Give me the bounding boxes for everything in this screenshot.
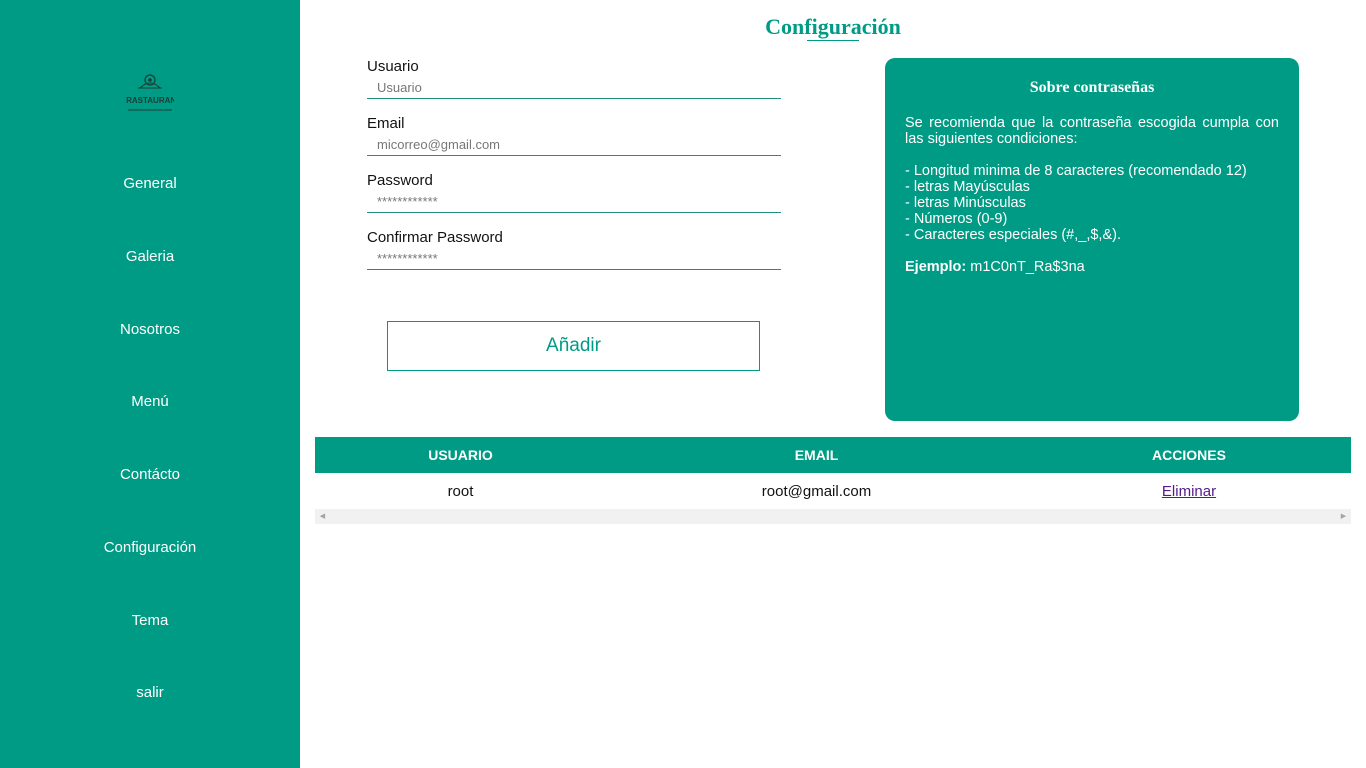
restaurant-logo-icon[interactable]: MURASTAURANTE [114, 70, 187, 114]
condition-item: - Longitud minima de 8 caracteres (recom… [905, 163, 1247, 179]
table-row: root root@gmail.com Eliminar [315, 473, 1351, 509]
header-acciones: ACCIONES [1027, 437, 1351, 473]
condition-item: - letras Minúsculas [905, 195, 1026, 211]
password-label: Password [367, 172, 433, 189]
header-email: EMAIL [606, 437, 1027, 473]
sidebar-item-configuracion[interactable]: Configuración [0, 539, 300, 556]
email-label: Email [367, 115, 405, 132]
sidebar-item-nosotros[interactable]: Nosotros [0, 321, 300, 338]
sidebar: MURASTAURANTE General Galeria Nosotros M… [0, 0, 300, 768]
triangle-left-icon[interactable]: ◀ [315, 509, 330, 524]
password-info-card: Sobre contraseñas Se recomienda que la c… [885, 58, 1299, 421]
title-underline [807, 40, 859, 41]
condition-item: - Caracteres especiales (#,_,$,&). [905, 227, 1121, 243]
users-table: USUARIO EMAIL ACCIONES root root@gmail.c… [315, 437, 1351, 509]
info-conditions: - Longitud minima de 8 caracteres (recom… [905, 163, 1279, 243]
info-intro: Se recomienda que la contraseña escogida… [905, 115, 1279, 147]
cell-acciones: Eliminar [1027, 473, 1351, 509]
confirm-password-label: Confirmar Password [367, 229, 503, 246]
email-input[interactable] [367, 134, 781, 156]
usuario-label: Usuario [367, 58, 419, 75]
delete-link[interactable]: Eliminar [1162, 483, 1216, 500]
add-button[interactable]: Añadir [387, 321, 760, 371]
page-title: Configuración [765, 14, 901, 39]
logo-text: MURASTAURANTE [126, 96, 174, 105]
password-input[interactable] [367, 191, 781, 213]
example-value: m1C0nT_Ra$3na [970, 259, 1085, 275]
main-content: Configuración Usuario Email Password Con… [300, 0, 1366, 768]
sidebar-item-tema[interactable]: Tema [0, 612, 300, 629]
cell-email: root@gmail.com [761, 482, 872, 500]
info-example: Ejemplo: m1C0nT_Ra$3na [905, 259, 1279, 275]
sidebar-item-general[interactable]: General [0, 175, 300, 192]
condition-item: - Números (0-9) [905, 211, 1008, 227]
sidebar-item-salir[interactable]: salir [0, 684, 300, 701]
table-header-row: USUARIO EMAIL ACCIONES [315, 437, 1351, 473]
sidebar-item-contacto[interactable]: Contácto [0, 466, 300, 483]
triangle-right-icon[interactable]: ▶ [1336, 509, 1351, 524]
horizontal-scrollbar[interactable]: ◀ ▶ [315, 509, 1351, 524]
users-table-container: USUARIO EMAIL ACCIONES root root@gmail.c… [315, 437, 1351, 524]
sidebar-item-galeria[interactable]: Galeria [0, 248, 300, 265]
header-usuario: USUARIO [315, 437, 606, 473]
usuario-input[interactable] [367, 77, 781, 99]
sidebar-item-menu[interactable]: Menú [0, 393, 300, 410]
example-label: Ejemplo: [905, 259, 967, 275]
condition-item: - letras Mayúsculas [905, 179, 1030, 195]
cell-usuario: root [447, 482, 474, 500]
confirm-password-input[interactable] [367, 248, 781, 270]
info-title: Sobre contraseñas [1029, 79, 1155, 96]
